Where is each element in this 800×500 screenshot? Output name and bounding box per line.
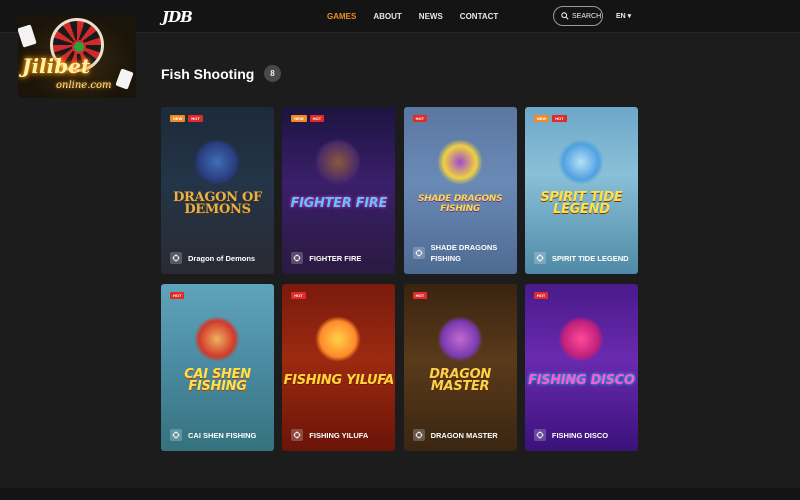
new-badge: NEW — [533, 115, 550, 122]
tile-footer: CAI SHEN FISHING — [170, 429, 256, 441]
main-nav: GAMES ABOUT NEWS CONTACT — [327, 12, 515, 21]
search-icon — [561, 12, 569, 20]
crosshair-icon — [412, 429, 425, 441]
tile-footer: Dragon of Demons — [170, 252, 255, 264]
dragon-illustration — [194, 139, 240, 185]
game-artwork: DRAGON MASTER — [404, 302, 517, 412]
disco-fish-illustration — [557, 316, 604, 362]
dragon-illustration — [436, 139, 483, 185]
hot-badge: HOT — [533, 292, 549, 299]
tile-footer: DRAGON MASTER — [412, 429, 498, 441]
game-tile[interactable]: HOT SHADE DRAGONS FISHING SHADE DRAGONS … — [403, 107, 517, 274]
badge-group: HOT — [533, 292, 549, 299]
game-logo-text: CAI SHEN FISHING — [184, 367, 251, 394]
crosshair-icon — [291, 252, 304, 264]
game-artwork: FISHING YILUFA — [282, 302, 395, 412]
game-artwork: FIGHTER FIRE — [282, 125, 395, 235]
game-title: FISHING YILUFA — [309, 430, 369, 440]
tile-footer: SPIRIT TIDE LEGEND — [533, 252, 629, 264]
dinosaur-illustration — [436, 316, 483, 362]
crosshair-icon — [170, 429, 182, 441]
badge-group: HOT — [170, 292, 185, 299]
page-title: Fish Shooting — [161, 66, 255, 82]
search-label: SEARCH — [572, 12, 602, 20]
badge-group: HOT — [412, 115, 428, 122]
game-title: SPIRIT TIDE LEGEND — [551, 253, 629, 263]
badge-group: NEW HOT — [533, 115, 567, 122]
game-title: CAI SHEN FISHING — [188, 430, 257, 440]
hot-badge: HOT — [309, 115, 325, 122]
god-of-wealth-illustration — [194, 316, 240, 362]
game-title: Dragon of Demons — [188, 253, 256, 263]
spirit-illustration — [557, 139, 604, 185]
game-count-badge: 8 — [264, 65, 281, 82]
game-title: SHADE DRAGONS FISHING — [430, 243, 498, 263]
game-logo-text: FISHING DISCO — [528, 373, 635, 388]
game-title: FISHING DISCO — [551, 430, 609, 440]
game-tile[interactable]: NEW HOT SPIRIT TIDE LEGEND SPIRIT TIDE L… — [524, 107, 638, 274]
game-tile[interactable]: HOT FISHING YILUFA FISHING YILUFA — [282, 284, 396, 451]
hot-badge: HOT — [552, 115, 567, 122]
site-watermark-logo: Jilibet online.com — [18, 14, 136, 98]
fighter-illustration — [315, 139, 362, 185]
language-label: EN — [616, 13, 626, 20]
badge-group: NEW HOT — [170, 115, 203, 122]
badge-group: HOT — [412, 292, 428, 299]
game-logo-text: DRAGON OF DEMONS — [173, 190, 262, 217]
new-badge: NEW — [170, 115, 186, 122]
hot-badge: HOT — [188, 115, 203, 122]
search-button[interactable]: SEARCH — [553, 6, 603, 26]
game-artwork: SPIRIT TIDE LEGEND — [525, 125, 638, 235]
tile-footer: SHADE DRAGONS FISHING — [412, 242, 511, 264]
nav-games[interactable]: GAMES — [327, 12, 356, 21]
crosshair-icon — [291, 429, 304, 441]
game-logo-text: DRAGON MASTER — [429, 367, 491, 394]
tile-footer: FISHING DISCO — [533, 429, 609, 441]
game-logo-text: SHADE DRAGONS FISHING — [417, 194, 503, 214]
game-title: FIGHTER FIRE — [309, 253, 362, 263]
game-tile[interactable]: NEW HOT FIGHTER FIRE FIGHTER FIRE — [282, 107, 396, 274]
game-title: DRAGON MASTER — [430, 430, 498, 440]
hot-badge: HOT — [412, 292, 428, 299]
hot-badge: HOT — [412, 115, 428, 122]
new-badge: NEW — [291, 115, 307, 122]
crosshair-icon — [533, 252, 546, 264]
game-artwork: DRAGON OF DEMONS — [161, 125, 274, 235]
chevron-down-icon: ▾ — [625, 13, 632, 20]
jdb-logo[interactable]: JDB — [162, 8, 193, 26]
language-selector[interactable]: EN ▾ — [616, 12, 631, 20]
tile-footer: FIGHTER FIRE — [291, 252, 361, 264]
game-artwork: FISHING DISCO — [525, 302, 638, 412]
hot-badge: HOT — [291, 292, 306, 299]
bottom-bar — [0, 488, 800, 500]
nav-news[interactable]: NEWS — [419, 12, 443, 21]
nav-about[interactable]: ABOUT — [373, 12, 401, 21]
nav-contact[interactable]: CONTACT — [460, 12, 499, 21]
badge-group: NEW HOT — [291, 115, 325, 122]
playing-card-icon — [18, 24, 37, 48]
game-logo-text: SPIRIT TIDE LEGEND — [540, 190, 623, 217]
golden-fish-illustration — [315, 316, 362, 362]
watermark-title: Jilibet — [22, 54, 91, 78]
tile-footer: FISHING YILUFA — [291, 429, 368, 441]
game-logo-text: FISHING YILUFA — [283, 373, 395, 388]
crosshair-icon — [170, 252, 182, 264]
watermark-subtitle: online.com — [56, 80, 112, 91]
game-grid: NEW HOT DRAGON OF DEMONS Dragon of Demon… — [161, 107, 638, 451]
crosshair-icon — [412, 247, 425, 259]
badge-group: HOT — [291, 292, 306, 299]
playing-card-icon — [115, 68, 134, 90]
game-logo-text: FIGHTER FIRE — [290, 196, 388, 211]
game-tile[interactable]: HOT CAI SHEN FISHING CAI SHEN FISHING — [161, 284, 274, 451]
game-tile[interactable]: HOT FISHING DISCO FISHING DISCO — [524, 284, 638, 451]
game-tile[interactable]: NEW HOT DRAGON OF DEMONS Dragon of Demon… — [161, 107, 274, 274]
game-artwork: CAI SHEN FISHING — [161, 302, 274, 412]
hot-badge: HOT — [170, 292, 185, 299]
crosshair-icon — [533, 429, 546, 441]
game-tile[interactable]: HOT DRAGON MASTER DRAGON MASTER — [403, 284, 517, 451]
game-artwork: SHADE DRAGONS FISHING — [404, 125, 517, 235]
